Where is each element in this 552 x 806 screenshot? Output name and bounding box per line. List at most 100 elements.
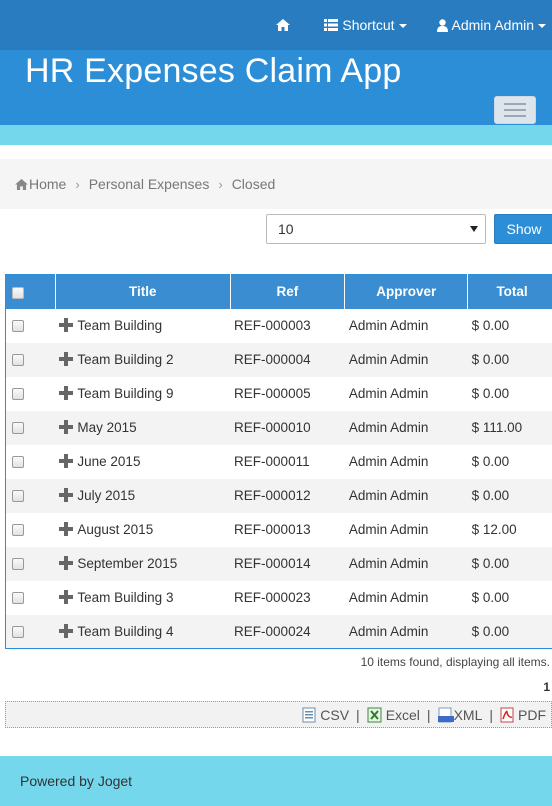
separator: | xyxy=(489,706,493,723)
column-header-total[interactable]: Total xyxy=(467,274,552,309)
select-all-header xyxy=(5,274,56,309)
plus-icon[interactable] xyxy=(59,555,74,570)
breadcrumb-personal-expenses[interactable]: Personal Expenses xyxy=(89,176,210,192)
row-checkbox[interactable] xyxy=(12,524,24,537)
total-cell: $ 0.00 xyxy=(471,487,510,503)
app-header: Shortcut Admin Admin HR Expenses Claim A… xyxy=(0,0,552,125)
separator: | xyxy=(356,706,360,723)
home-icon xyxy=(15,178,28,190)
title-cell[interactable]: Team Building xyxy=(55,309,230,343)
plus-icon[interactable] xyxy=(59,487,74,502)
row-title: Team Building 4 xyxy=(77,623,174,639)
accent-strip xyxy=(0,125,552,145)
chevron-down-icon xyxy=(538,24,546,28)
plus-icon[interactable] xyxy=(59,317,74,332)
ref-cell: REF-000023 xyxy=(234,589,311,605)
row-checkbox[interactable] xyxy=(12,456,24,469)
total-cell: $ 12.00 xyxy=(471,521,517,537)
total-cell: $ 111.00 xyxy=(471,419,523,435)
title-cell[interactable]: Team Building 3 xyxy=(55,581,230,615)
separator: | xyxy=(426,706,431,723)
total-cell: $ 0.00 xyxy=(471,453,510,469)
row-checkbox[interactable] xyxy=(12,388,24,401)
chevron-down-icon xyxy=(398,24,407,28)
row-checkbox[interactable] xyxy=(12,490,24,503)
row-checkbox[interactable] xyxy=(12,592,24,605)
export-excel-link[interactable]: Excel xyxy=(367,707,420,723)
title-cell[interactable]: May 2015 xyxy=(55,411,230,445)
table-row: July 2015 REF-000012 Admin Admin $ 0.00 xyxy=(5,478,552,513)
plus-icon[interactable] xyxy=(59,589,74,604)
plus-icon[interactable] xyxy=(59,419,74,434)
ref-cell: REF-000024 xyxy=(234,623,311,639)
row-checkbox[interactable] xyxy=(12,558,24,571)
column-header-approver[interactable]: Approver xyxy=(344,274,469,309)
table-row: Team Building 2 REF-000004 Admin Admin $ 0.… xyxy=(5,342,552,377)
column-header-title[interactable]: Title xyxy=(55,274,231,309)
total-cell: $ 0.00 xyxy=(471,351,510,367)
plus-icon[interactable] xyxy=(59,385,74,400)
title-cell[interactable]: August 2015 xyxy=(55,513,230,547)
total-cell: $ 0.00 xyxy=(471,385,510,401)
top-navbar: Shortcut Admin Admin xyxy=(0,0,552,50)
export-csv-link[interactable]: CSV xyxy=(302,707,349,723)
plus-icon[interactable] xyxy=(59,351,74,366)
export-xml-link[interactable]: XML xyxy=(437,706,483,723)
plus-icon[interactable] xyxy=(59,521,74,536)
show-button[interactable]: Show xyxy=(494,214,552,244)
top-nav-menu: Shortcut Admin Admin xyxy=(246,0,546,50)
approver-cell: Admin Admin xyxy=(348,317,429,333)
footer: Powered by Joget xyxy=(0,756,552,806)
row-checkbox[interactable] xyxy=(12,320,24,333)
table-row: Team Building REF-000003 Admin Admin $ 0.00 xyxy=(5,308,552,343)
breadcrumb-closed: Closed xyxy=(231,176,276,192)
csv-file-icon xyxy=(302,707,316,723)
menu-toggle-button[interactable] xyxy=(494,96,536,124)
home-link[interactable] xyxy=(276,19,294,31)
approver-cell: Admin Admin xyxy=(348,351,429,367)
items-found-text: 10 items found, displaying all items. xyxy=(360,655,550,669)
row-title: September 2015 xyxy=(77,555,178,571)
table-row: Team Building 4 REF-000024 Admin Admin $ 0.… xyxy=(5,614,552,649)
select-all-checkbox[interactable] xyxy=(12,286,24,299)
user-menu[interactable]: Admin Admin xyxy=(436,17,546,33)
page-number[interactable]: 1 xyxy=(543,680,550,694)
row-title: July 2015 xyxy=(77,487,136,503)
title-cell[interactable]: Team Building 2 xyxy=(55,343,230,377)
approver-cell: Admin Admin xyxy=(348,521,429,537)
row-select-cell xyxy=(6,309,56,343)
approver-cell: Admin Admin xyxy=(348,623,429,639)
title-cell[interactable]: June 2015 xyxy=(55,445,230,479)
page-size-select[interactable]: 10 xyxy=(266,214,486,244)
row-select-cell xyxy=(6,411,56,445)
table-header-row: Title Ref Approver Total xyxy=(5,274,552,309)
home-icon xyxy=(276,19,291,31)
table-row: May 2015 REF-000010 Admin Admin $ 111.00 xyxy=(5,410,552,445)
title-cell[interactable]: September 2015 xyxy=(55,547,230,581)
shortcut-label: Shortcut xyxy=(342,17,395,33)
column-header-ref[interactable]: Ref xyxy=(230,274,346,309)
row-checkbox[interactable] xyxy=(12,354,24,367)
breadcrumb-home[interactable]: Home xyxy=(29,176,66,192)
title-cell[interactable]: Team Building 9 xyxy=(55,377,230,411)
row-checkbox[interactable] xyxy=(12,422,24,435)
row-select-cell xyxy=(6,479,56,513)
export-pdf-link[interactable]: PDF xyxy=(500,707,546,723)
plus-icon[interactable] xyxy=(59,453,74,468)
title-cell[interactable]: Team Building 4 xyxy=(55,615,230,649)
plus-icon[interactable] xyxy=(59,623,74,638)
row-select-cell xyxy=(6,581,56,615)
ref-cell: REF-000003 xyxy=(234,317,311,333)
export-bar: CSV | Excel | XML | PDF xyxy=(5,701,552,728)
app-title[interactable]: HR Expenses Claim App xyxy=(25,52,401,91)
approver-cell: Admin Admin xyxy=(348,589,429,605)
approver-cell: Admin Admin xyxy=(348,419,429,435)
row-checkbox[interactable] xyxy=(12,626,24,639)
title-cell[interactable]: July 2015 xyxy=(55,479,230,513)
total-cell: $ 0.00 xyxy=(471,555,510,571)
row-title: August 2015 xyxy=(77,521,154,537)
expenses-table: Title Ref Approver Total Team Building RE… xyxy=(5,274,552,649)
shortcut-menu[interactable]: Shortcut xyxy=(324,17,407,33)
export-xml-label: XML xyxy=(453,706,483,723)
hamburger-line xyxy=(504,115,526,117)
